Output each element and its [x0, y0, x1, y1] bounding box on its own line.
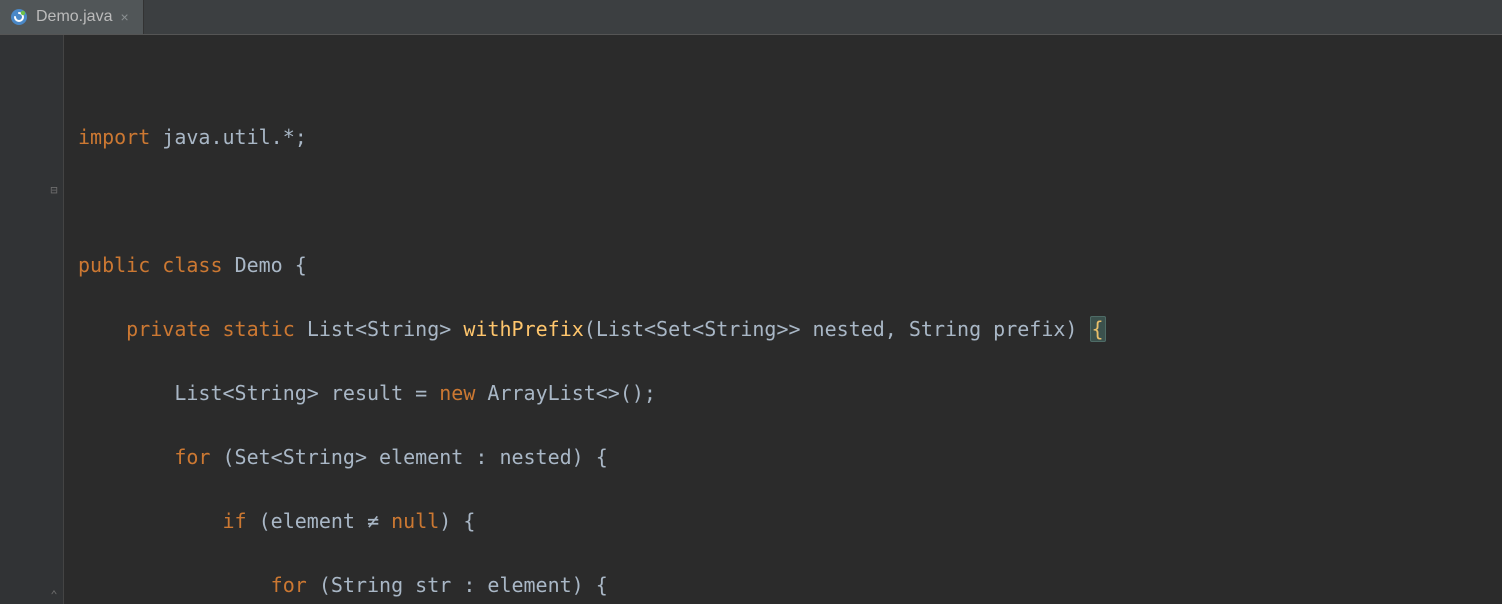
method-params: (List<Set<String>> nested, String prefix…	[584, 317, 1090, 341]
keyword-null: null	[391, 509, 439, 533]
tab-bar: Demo.java ×	[0, 0, 1502, 35]
keyword-import: import	[78, 125, 150, 149]
keyword-if: if	[223, 509, 247, 533]
code-text: ) {	[439, 509, 475, 533]
not-equal-icon: ≠	[367, 509, 379, 533]
class-name: Demo	[235, 253, 283, 277]
indent	[78, 573, 271, 597]
return-type: List<String>	[307, 317, 452, 341]
keyword-static: static	[223, 317, 295, 341]
code-line: for (String str : element) {	[78, 569, 1106, 601]
code-text: (String str : element) {	[307, 573, 608, 597]
fold-end-icon[interactable]: ⌃	[47, 588, 61, 602]
code-line: List<String> result = new ArrayList<>();	[78, 377, 1106, 409]
code-line: import java.util.*;	[78, 121, 1106, 153]
brace: {	[295, 253, 307, 277]
code-text: java.util.*;	[150, 125, 307, 149]
close-icon[interactable]: ×	[120, 10, 128, 24]
code-text: (element	[247, 509, 367, 533]
editor: ⊟ ⌃ import java.util.*; public class Dem…	[0, 35, 1502, 604]
code-text	[379, 509, 391, 533]
file-tab-label: Demo.java	[36, 1, 112, 33]
indent	[78, 445, 174, 469]
keyword-class: class	[162, 253, 222, 277]
fold-collapse-icon[interactable]: ⊟	[47, 183, 61, 197]
code-text: List<String> result =	[174, 381, 439, 405]
keyword-for: for	[174, 445, 210, 469]
keyword-private: private	[126, 317, 210, 341]
method-name: withPrefix	[463, 317, 583, 341]
file-tab[interactable]: Demo.java ×	[0, 0, 144, 34]
code-text: ArrayList<>();	[475, 381, 656, 405]
code-line: public class Demo {	[78, 249, 1106, 281]
indent	[78, 509, 223, 533]
code-line-blank	[78, 185, 1106, 217]
code-line: private static List<String> withPrefix(L…	[78, 313, 1106, 345]
indent	[78, 317, 126, 341]
code-line: for (Set<String> element : nested) {	[78, 441, 1106, 473]
code-text: (Set<String> element : nested) {	[210, 445, 607, 469]
keyword-public: public	[78, 253, 150, 277]
gutter: ⊟ ⌃	[0, 35, 64, 604]
indent	[78, 381, 174, 405]
java-file-icon	[10, 8, 28, 26]
brace-highlighted: {	[1090, 316, 1106, 342]
code-line: if (element ≠ null) {	[78, 505, 1106, 537]
keyword-for: for	[271, 573, 307, 597]
keyword-new: new	[439, 381, 475, 405]
code-area[interactable]: import java.util.*; public class Demo { …	[64, 35, 1106, 604]
